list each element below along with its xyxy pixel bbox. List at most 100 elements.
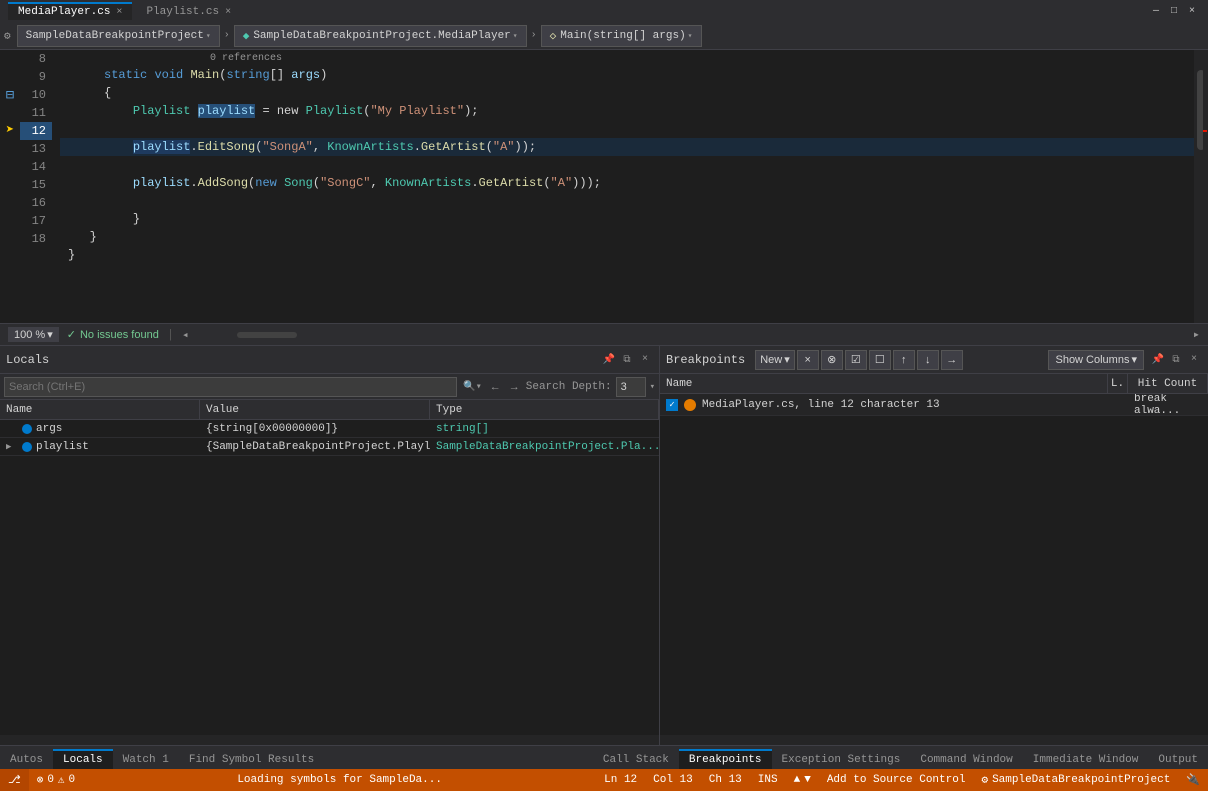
bp-delete-button[interactable]: × (797, 350, 819, 370)
table-row[interactable]: args {string[0x00000000]} string[] (0, 420, 659, 438)
minimize-button[interactable]: — (1148, 3, 1164, 19)
locals-search-input[interactable] (4, 377, 457, 397)
bp-enable-button[interactable]: ☑ (845, 350, 867, 370)
locals-nav-back[interactable]: ← (488, 381, 503, 393)
locals-table-header: Name Value Type (0, 400, 659, 420)
status-project[interactable]: ⚙ SampleDataBreakpointProject (973, 769, 1178, 791)
locals-close-button[interactable]: × (637, 352, 653, 368)
addr-method[interactable]: ◇ Main(string[] args) ▾ (541, 25, 702, 47)
code-line-9: { (60, 84, 1194, 102)
show-columns-button[interactable]: Show Columns ▾ (1048, 350, 1144, 370)
issues-button[interactable]: ✓ No issues found (67, 328, 159, 341)
code-line-18: } (60, 246, 1194, 264)
tab-mediaplayer[interactable]: MediaPlayer.cs × (8, 2, 132, 20)
editor-scrollbar[interactable] (1194, 50, 1208, 323)
status-arrows[interactable]: ▲ ▼ (786, 769, 819, 791)
bp-name-text: MediaPlayer.cs, line 12 character 13 (702, 399, 940, 411)
locals-pin-button[interactable]: 📌 (601, 352, 617, 368)
maximize-button[interactable]: □ (1166, 3, 1182, 19)
tab-autos[interactable]: Autos (0, 749, 53, 769)
close-icon[interactable]: × (116, 7, 122, 18)
status-error-count[interactable]: ⊗ 0 ⚠ 0 (29, 769, 83, 791)
line-num-16: 16 (20, 194, 52, 212)
status-bar: ⎇ ⊗ 0 ⚠ 0 Loading symbols for SampleDa..… (0, 769, 1208, 791)
editor-content[interactable]: ⊟ ➤ 8 9 10 11 12 13 14 15 16 17 18 (0, 50, 1208, 323)
tab-call-stack[interactable]: Call Stack (593, 749, 679, 769)
addr-separator-1: › (224, 30, 230, 41)
panel-icons: 📌 ⧉ × (601, 352, 653, 368)
status-git[interactable]: ⎇ (0, 769, 29, 791)
line-num-12: 12 (20, 122, 52, 140)
zoom-button[interactable]: 100 % ▾ (8, 327, 59, 342)
locals-bottom-scroll[interactable] (0, 735, 659, 745)
tab-breakpoints[interactable]: Breakpoints (679, 749, 772, 769)
locals-float-button[interactable]: ⧉ (619, 352, 635, 368)
code-line-13 (60, 156, 1194, 174)
addr-project[interactable]: SampleDataBreakpointProject ▾ (17, 25, 220, 47)
nav-next-icon[interactable]: ▸ (1193, 327, 1200, 342)
tab-exception-settings[interactable]: Exception Settings (772, 749, 911, 769)
bp-pin-button[interactable]: 📌 (1150, 352, 1166, 368)
locals-table-body: args {string[0x00000000]} string[] ▶ pla… (0, 420, 659, 456)
status-right: Ln 12 Col 13 Ch 13 INS ▲ ▼ Add to Source… (596, 769, 1208, 791)
close-button[interactable]: × (1184, 3, 1200, 19)
bp-panel-title: Breakpoints (666, 353, 745, 367)
bp-export-button[interactable]: ↑ (893, 350, 915, 370)
depth-dropdown-icon[interactable]: ▾ (650, 382, 655, 392)
breakpoint-dot-icon (684, 399, 696, 411)
breakpoint-icon: ➤ (6, 124, 14, 138)
playlist-icon (22, 442, 32, 452)
code-content[interactable]: 0 references static void Main(string[] a… (60, 50, 1194, 323)
status-col[interactable]: Col 13 (645, 769, 701, 791)
td-value-args: {string[0x00000000]} (200, 423, 430, 435)
status-plugin[interactable]: 🔌 (1178, 769, 1208, 791)
tab-output[interactable]: Output (1148, 749, 1208, 769)
bp-delete-all-button[interactable]: ⊗ (821, 350, 843, 370)
bp-new-button[interactable]: New ▾ (755, 350, 795, 370)
hl-playlist-2: playlist (133, 140, 191, 154)
bp-import-button[interactable]: ↓ (917, 350, 939, 370)
status-ln[interactable]: Ln 12 (596, 769, 645, 791)
depth-input[interactable] (616, 377, 646, 397)
status-source-control[interactable]: Add to Source Control (819, 769, 974, 791)
close-icon-2[interactable]: × (225, 7, 231, 18)
tab-find-symbol[interactable]: Find Symbol Results (179, 749, 324, 769)
tab-immediate-window[interactable]: Immediate Window (1023, 749, 1149, 769)
status-ins[interactable]: INS (750, 769, 786, 791)
bp-table-header: Name L. Hit Count (660, 374, 1208, 394)
locals-search-btn[interactable]: 🔍▾ (461, 381, 483, 393)
tab-playlist[interactable]: Playlist.cs × (136, 2, 241, 20)
checkmark-icon: ✓ (669, 400, 674, 410)
code-line-17: } (60, 228, 1194, 246)
kw-void: void (154, 68, 183, 82)
addr-method-arrow: ▾ (688, 31, 693, 41)
gutter-line-11 (0, 104, 20, 122)
bp-disable-button[interactable]: ☐ (869, 350, 891, 370)
bp-checkbox[interactable]: ✓ (666, 399, 678, 411)
tab-command-window[interactable]: Command Window (910, 749, 1022, 769)
locals-nav-fwd[interactable]: → (507, 381, 522, 393)
nav-prev-icon[interactable]: ◂ (182, 328, 189, 342)
tab-watch-1[interactable]: Watch 1 (113, 749, 179, 769)
bp-bottom-scroll[interactable] (660, 735, 1208, 745)
locals-table: Name Value Type args {string[0x00000000]… (0, 400, 659, 568)
horizontal-scrollbar[interactable] (197, 331, 1185, 339)
hl-playlist: playlist (198, 104, 256, 118)
zoom-label: 100 % (14, 329, 45, 341)
bp-close-button[interactable]: × (1186, 352, 1202, 368)
addr-class[interactable]: ◆ SampleDataBreakpointProject.MediaPlaye… (234, 25, 527, 47)
h-scroll-thumb[interactable] (237, 332, 297, 338)
status-message: Loading symbols for SampleDa... (83, 774, 596, 786)
window-controls: — □ × (1148, 3, 1200, 19)
bp-table-row[interactable]: ✓ MediaPlayer.cs, line 12 character 13 b… (660, 394, 1208, 416)
tab-locals[interactable]: Locals (53, 749, 113, 769)
bp-th-l: L. (1108, 374, 1128, 393)
bp-float-button[interactable]: ⧉ (1168, 352, 1184, 368)
td-type-playlist: SampleDataBreakpointProject.Pla... (430, 441, 659, 453)
expand-arrow-playlist[interactable]: ▶ (6, 442, 18, 452)
table-row[interactable]: ▶ playlist {SampleDataBreakpointProject.… (0, 438, 659, 456)
bp-gotocode-button[interactable]: → (941, 350, 963, 370)
bp-th-hitcount: Hit Count (1128, 374, 1208, 393)
status-ch[interactable]: Ch 13 (701, 769, 750, 791)
gutter-line-9 (0, 68, 20, 86)
